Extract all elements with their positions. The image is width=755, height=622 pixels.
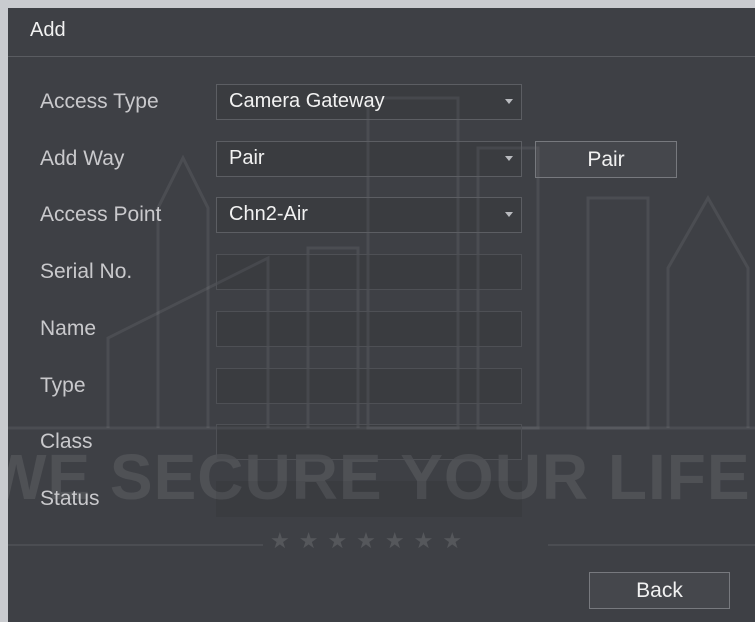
background-stars: ★★★★★★★ <box>270 528 472 553</box>
back-button[interactable]: Back <box>589 572 730 609</box>
outer-background-top <box>0 0 755 8</box>
chevron-down-icon <box>505 99 513 104</box>
add-dialog: WE SECURE YOUR LIFE ★★★★★★★ Add Access T… <box>8 8 755 622</box>
serial-no-field <box>216 254 522 290</box>
access-point-label: Access Point <box>40 203 162 226</box>
name-label: Name <box>40 317 97 340</box>
access-type-dropdown[interactable]: Camera Gateway <box>216 84 522 120</box>
add-way-dropdown[interactable]: Pair <box>216 141 522 177</box>
access-type-label: Access Type <box>40 90 159 113</box>
status-field <box>216 481 522 517</box>
pair-button[interactable]: Pair <box>535 141 677 178</box>
outer-background-left <box>0 0 8 622</box>
access-point-dropdown[interactable]: Chn2-Air <box>216 197 522 233</box>
access-type-value: Camera Gateway <box>229 90 385 112</box>
class-label: Class <box>40 430 93 453</box>
chevron-down-icon <box>505 212 513 217</box>
chevron-down-icon <box>505 156 513 161</box>
add-way-value: Pair <box>229 147 265 169</box>
access-point-value: Chn2-Air <box>229 203 308 225</box>
serial-no-label: Serial No. <box>40 260 133 283</box>
dialog-title: Add <box>30 19 66 41</box>
dialog-titlebar: Add <box>8 8 755 57</box>
add-way-label: Add Way <box>40 147 125 170</box>
class-field <box>216 424 522 460</box>
type-field <box>216 368 522 404</box>
status-label: Status <box>40 487 100 510</box>
type-label: Type <box>40 374 86 397</box>
name-field <box>216 311 522 347</box>
